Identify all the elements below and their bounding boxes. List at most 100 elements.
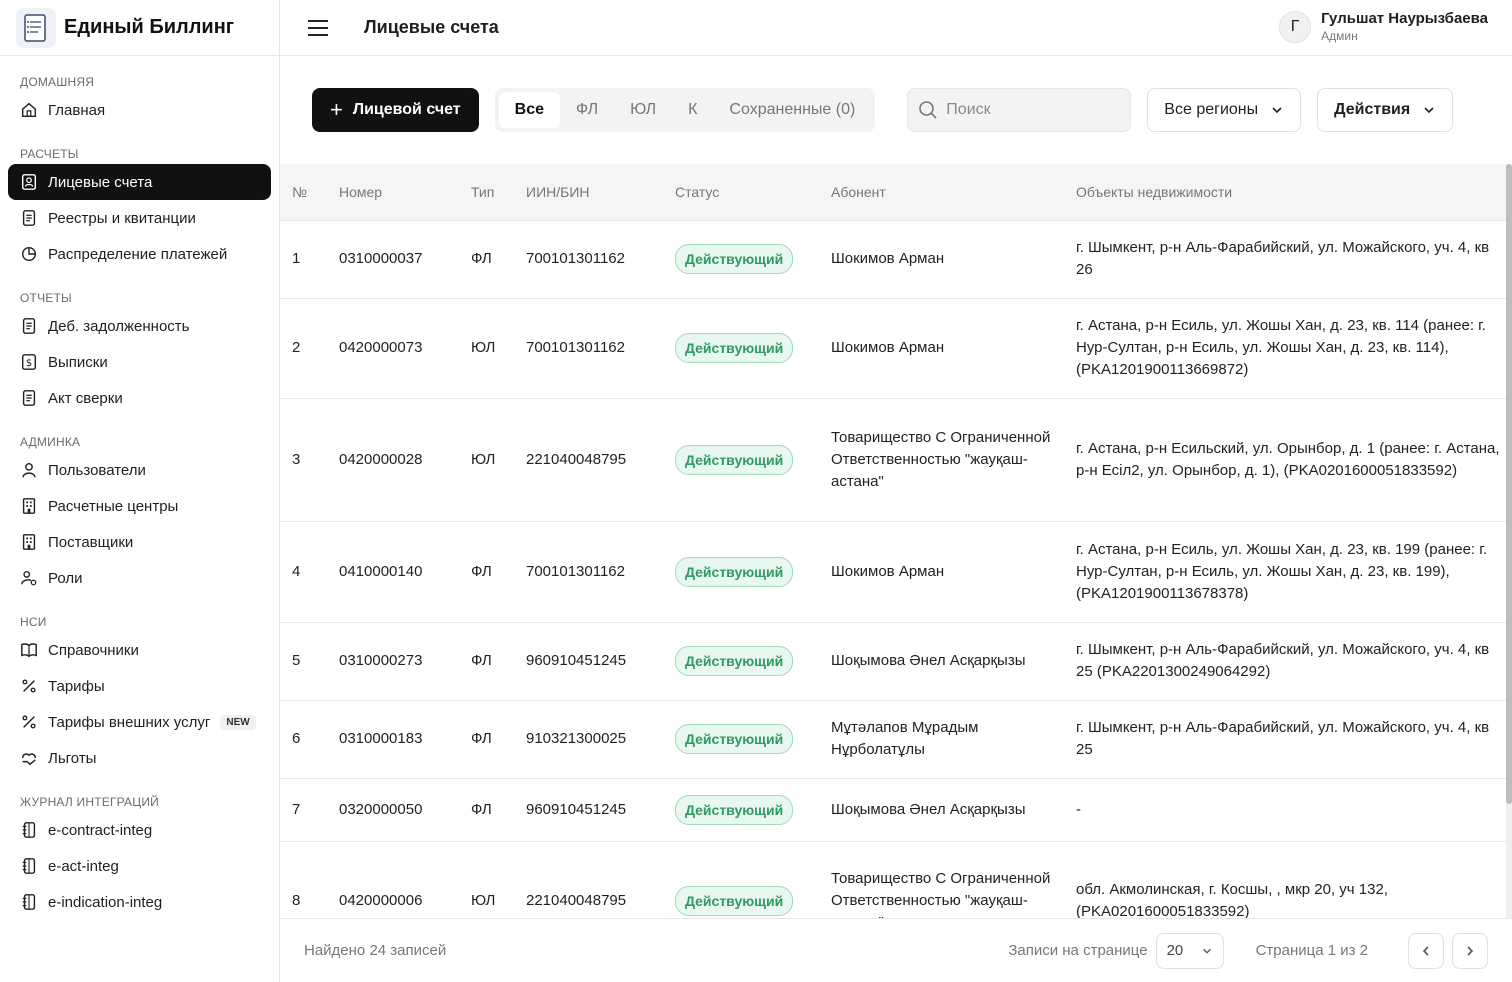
table-row[interactable]: 2 0420000073 ЮЛ 700101301162 Действующий Шоки… bbox=[280, 298, 1506, 399]
table-row[interactable]: 5 0310000273 ФЛ 960910451245 Действующий Шоқы… bbox=[280, 622, 1506, 701]
column-header[interactable]: Объекты недвижимости bbox=[1064, 164, 1506, 221]
sidebar-item[interactable]: Пользователи bbox=[8, 452, 271, 488]
sidebar-item-label: Тарифы внешних услуг bbox=[48, 713, 211, 731]
svg-text:$: $ bbox=[26, 358, 32, 369]
nav-section: Расчеты Лицевые счета Реестры и квитанции Р… bbox=[0, 142, 279, 272]
sidebar-item-label: Акт сверки bbox=[48, 389, 123, 407]
sidebar-item[interactable]: Главная bbox=[8, 92, 271, 128]
next-page-button[interactable] bbox=[1452, 932, 1488, 969]
table-row[interactable]: 4 0410000140 ФЛ 700101301162 Действующий Шоки… bbox=[280, 521, 1506, 623]
sidebar-item-label: Реестры и квитанции bbox=[48, 209, 196, 227]
accounts-table: № Номер Тип ИИН/БИН Статус Абонент Объекты нед… bbox=[280, 164, 1506, 918]
user-role: Админ bbox=[1321, 29, 1358, 43]
sidebar-item[interactable]: Реестры и квитанции bbox=[8, 200, 271, 236]
table-cell-objects: - bbox=[1064, 778, 1506, 842]
chevron-left-icon bbox=[1422, 945, 1429, 956]
sidebar-item[interactable]: Поставщики bbox=[8, 524, 271, 560]
filter-tab[interactable]: К bbox=[672, 92, 713, 128]
sidebar-item[interactable]: Тарифы внешних услуг NEW bbox=[8, 704, 271, 740]
column-header[interactable]: ИИН/БИН bbox=[514, 164, 663, 221]
column-header[interactable]: Абонент bbox=[819, 164, 1064, 221]
sidebar-item[interactable]: Роли bbox=[8, 560, 271, 596]
table-cell-objects: г. Астана, р-н Есиль, ул. Жошы Хан, д. 2… bbox=[1064, 298, 1506, 399]
table-cell-type: ФЛ bbox=[459, 622, 514, 701]
table-cell-subscriber: Шокимов Арман bbox=[819, 298, 1064, 399]
benefit-icon bbox=[21, 753, 37, 766]
user-menu[interactable]: Г Гульшат Наурызбаева Админ bbox=[1279, 10, 1488, 43]
brand[interactable]: Единый Биллинг bbox=[0, 0, 279, 56]
user-name: Гульшат Наурызбаева bbox=[1321, 10, 1488, 27]
table-cell-n: 3 bbox=[280, 398, 327, 522]
column-header[interactable]: Статус bbox=[663, 164, 819, 221]
sidebar-item[interactable]: Льготы bbox=[8, 740, 271, 776]
table-cell-subscriber: Шоқымова Әнел Асқарқызы bbox=[819, 778, 1064, 842]
sidebar-item[interactable]: e-act-integ bbox=[8, 848, 271, 884]
records-found: Найдено 24 записей bbox=[304, 942, 447, 959]
filter-tab[interactable]: Сохраненные (0) bbox=[713, 92, 871, 128]
table-row[interactable]: 7 0320000050 ФЛ 960910451245 Действующий Шоқы… bbox=[280, 778, 1506, 842]
plus-icon: + bbox=[330, 97, 343, 122]
table-cell-subscriber: Мұтәлапов Мұрадым Нұрболатұлы bbox=[819, 700, 1064, 779]
column-header[interactable]: № bbox=[280, 164, 327, 221]
column-header[interactable]: Тип bbox=[459, 164, 514, 221]
sidebar-item[interactable]: Распределение платежей bbox=[8, 236, 271, 272]
add-account-button[interactable]: + Лицевой счет bbox=[312, 88, 479, 132]
table-cell-number: 0410000140 bbox=[327, 521, 459, 623]
table-row[interactable]: 6 0310000183 ФЛ 910321300025 Действующий Мұтә… bbox=[280, 700, 1506, 779]
table-row[interactable]: 8 0420000006 ЮЛ 221040048795 Действующий Това… bbox=[280, 841, 1506, 918]
table-row[interactable]: 3 0420000028 ЮЛ 221040048795 Действующий Това… bbox=[280, 398, 1506, 522]
home-icon bbox=[21, 102, 37, 118]
notebook-icon bbox=[22, 822, 36, 838]
filter-tab[interactable]: ФЛ bbox=[560, 92, 614, 128]
sidebar-item[interactable]: e-contract-integ bbox=[8, 812, 271, 848]
sidebar-nav: Домашняя Главная Расчеты Лицевые счета Реест… bbox=[0, 56, 279, 920]
hamburger-icon bbox=[308, 19, 328, 36]
sidebar: Единый Биллинг Домашняя Главная Расчеты Лиц… bbox=[0, 0, 280, 982]
sidebar-item[interactable]: Расчетные центры bbox=[8, 488, 271, 524]
per-page-label: Записи на странице bbox=[1008, 942, 1148, 959]
nav-section-heading: Админка bbox=[20, 435, 81, 449]
sidebar-item[interactable]: Деб. задолженность bbox=[8, 308, 271, 344]
table-cell-number: 0420000028 bbox=[327, 398, 459, 522]
prev-page-button[interactable] bbox=[1408, 932, 1444, 969]
per-page-select[interactable]: 20 bbox=[1155, 932, 1224, 969]
filter-tab[interactable]: ЮЛ bbox=[614, 92, 672, 128]
table-cell-type: ФЛ bbox=[459, 220, 514, 299]
table-cell-type: ЮЛ bbox=[459, 398, 514, 522]
menu-toggle-button[interactable] bbox=[298, 8, 338, 48]
sidebar-item[interactable]: Лицевые счета bbox=[8, 164, 271, 200]
table-scrollbar[interactable] bbox=[1506, 164, 1512, 918]
page-title: Лицевые счета bbox=[364, 17, 499, 37]
table-cell-n: 2 bbox=[280, 298, 327, 399]
sidebar-item[interactable]: Справочники bbox=[8, 632, 271, 668]
pagination: Записи на странице 20 Страница 1 из 2 bbox=[1008, 932, 1488, 969]
page-info: Страница 1 из 2 bbox=[1255, 942, 1368, 959]
filter-tab[interactable]: Все bbox=[498, 92, 560, 128]
percent-icon bbox=[22, 715, 36, 729]
actions-dropdown[interactable]: Действия bbox=[1317, 88, 1454, 132]
search-input[interactable] bbox=[946, 101, 1117, 119]
sidebar-item[interactable]: Тарифы bbox=[8, 668, 271, 704]
column-header[interactable]: Номер bbox=[327, 164, 459, 221]
nav-section: Отчеты Деб. задолженность $ Выписки Акт свер… bbox=[0, 286, 279, 416]
sidebar-item[interactable]: Акт сверки bbox=[8, 380, 271, 416]
document-icon bbox=[22, 318, 36, 334]
table-cell-type: ЮЛ bbox=[459, 841, 514, 918]
search-box[interactable] bbox=[907, 88, 1132, 132]
scrollbar-thumb[interactable] bbox=[1506, 164, 1512, 804]
table-cell-type: ФЛ bbox=[459, 778, 514, 842]
sidebar-item[interactable]: e-indication-integ bbox=[8, 884, 271, 920]
actions-label: Действия bbox=[1334, 101, 1411, 118]
region-select[interactable]: Все регионы bbox=[1147, 88, 1302, 132]
table-row[interactable]: 1 0310000037 ФЛ 700101301162 Действующий Шоки… bbox=[280, 220, 1506, 299]
table-cell-n: 4 bbox=[280, 521, 327, 623]
app-title: Единый Биллинг bbox=[64, 16, 235, 38]
status-badge: Действующий bbox=[675, 556, 794, 587]
table-cell-objects: г. Астана, р-н Есильский, ул. Орынбор, д… bbox=[1064, 398, 1506, 522]
search-icon bbox=[919, 101, 937, 119]
table-cell-subscriber: Товарищество С Ограниченной Ответственно… bbox=[819, 841, 1064, 918]
table-cell-objects: г. Шымкент, р-н Аль-Фарабийский, ул. Мож… bbox=[1064, 622, 1506, 701]
sidebar-item-label: e-contract-integ bbox=[48, 821, 153, 839]
sidebar-item[interactable]: $ Выписки bbox=[8, 344, 271, 380]
table-body: 1 0310000037 ФЛ 700101301162 Действующий Шоки… bbox=[280, 220, 1506, 918]
